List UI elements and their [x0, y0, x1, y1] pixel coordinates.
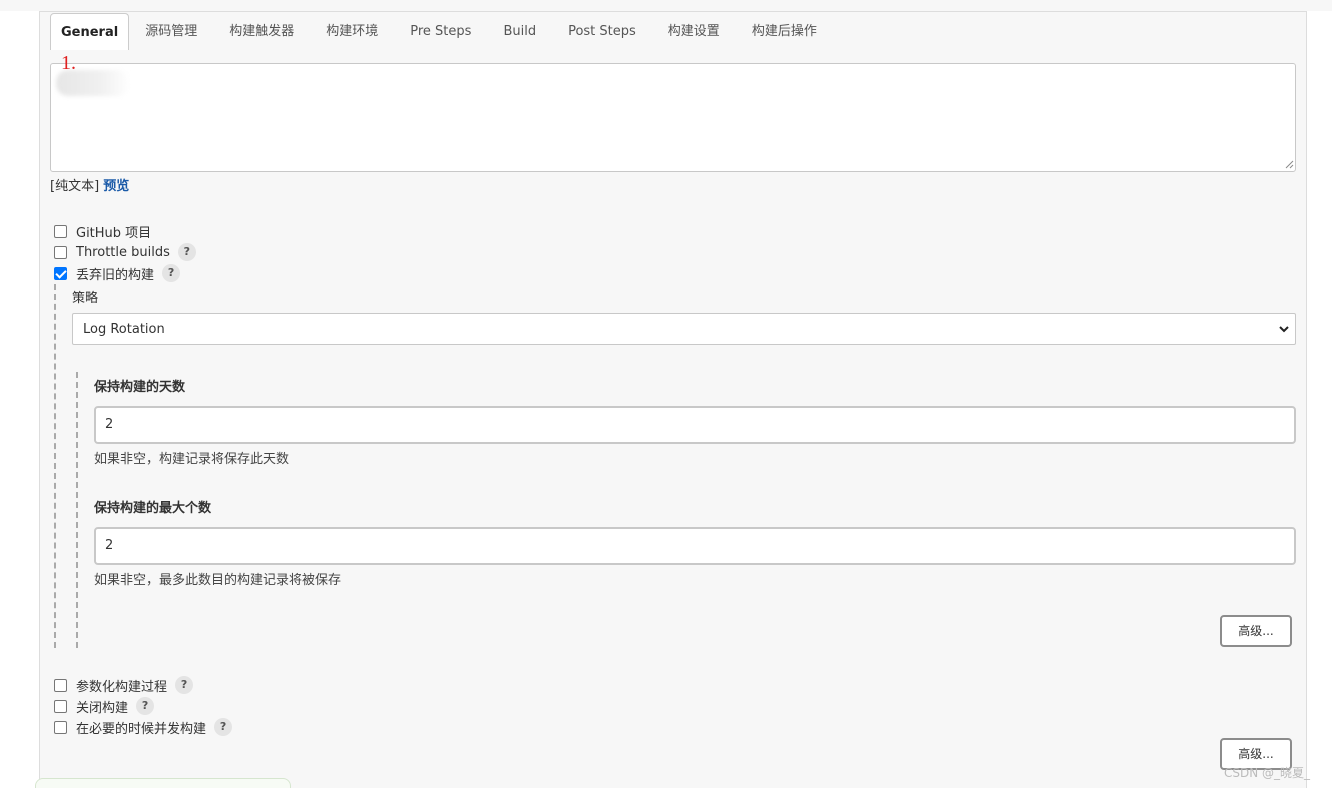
tab-build-settings[interactable]: 构建设置: [652, 13, 736, 50]
tab-build-triggers[interactable]: 构建触发器: [213, 13, 310, 50]
parameterized-label: 参数化构建过程: [76, 679, 168, 695]
throttle-builds-checkbox[interactable]: [54, 245, 67, 259]
config-tabs: General 源码管理 构建触发器 构建环境 Pre Steps Build …: [50, 13, 833, 50]
watermark: CSDN @_晓夏_: [1224, 766, 1311, 780]
github-project-checkbox[interactable]: [54, 224, 67, 238]
advanced-button[interactable]: 高级...: [1220, 615, 1292, 647]
help-icon[interactable]: ?: [214, 718, 233, 736]
discard-section-guide: [54, 284, 56, 648]
max-builds-help: 如果非空，最多此数目的构建记录将被保存: [94, 573, 342, 588]
tab-build[interactable]: Build: [487, 13, 552, 50]
jenkins-config-page: General 源码管理 构建触发器 构建环境 Pre Steps Build …: [0, 0, 1332, 788]
option-discard-old-builds[interactable]: 丢弃旧的构建 ?: [54, 263, 181, 283]
strategy-select[interactable]: Log Rotation: [72, 313, 1296, 345]
tab-build-environment[interactable]: 构建环境: [310, 13, 394, 50]
tab-post-build-actions[interactable]: 构建后操作: [736, 13, 833, 50]
disable-build-checkbox[interactable]: [54, 699, 67, 713]
max-builds-label: 保持构建的最大个数: [94, 501, 212, 516]
annotation-number: 1.: [61, 52, 76, 74]
tab-general[interactable]: General: [50, 13, 130, 50]
max-builds-input[interactable]: 2: [94, 527, 1296, 565]
throttle-builds-label: Throttle builds: [76, 244, 170, 260]
github-project-label: GitHub 项目: [76, 225, 152, 241]
discard-old-builds-label: 丢弃旧的构建: [76, 267, 155, 283]
bottom-save-bar: [35, 778, 291, 788]
concurrent-builds-checkbox[interactable]: [54, 720, 67, 734]
option-throttle-builds[interactable]: Throttle builds ?: [54, 242, 196, 262]
option-parameterized[interactable]: 参数化构建过程 ?: [54, 675, 194, 695]
tab-source-code[interactable]: 源码管理: [129, 13, 213, 50]
option-disable-build[interactable]: 关闭构建 ?: [54, 696, 155, 716]
top-strip: [0, 0, 1332, 11]
option-github-project[interactable]: GitHub 项目: [54, 221, 151, 241]
option-concurrent-builds[interactable]: 在必要的时候并发构建 ?: [54, 717, 233, 737]
days-to-keep-help: 如果非空，构建记录将保存此天数: [94, 452, 290, 467]
help-icon[interactable]: ?: [177, 243, 196, 261]
markup-format-label: [纯文本]: [50, 179, 100, 194]
description-textarea[interactable]: [50, 63, 1296, 172]
parameterized-checkbox[interactable]: [54, 678, 67, 692]
help-icon[interactable]: ?: [162, 264, 181, 282]
strategy-label: 策略: [72, 291, 99, 306]
chevron-down-icon: [1279, 326, 1289, 333]
help-icon[interactable]: ?: [175, 676, 194, 694]
discard-old-builds-checkbox[interactable]: [54, 266, 67, 280]
tab-post-steps[interactable]: Post Steps: [552, 13, 652, 50]
days-to-keep-label: 保持构建的天数: [94, 380, 186, 395]
markup-format-line: [纯文本] 预览: [50, 175, 129, 194]
disable-build-label: 关闭构建: [76, 700, 129, 716]
concurrent-builds-label: 在必要的时候并发构建: [76, 721, 207, 737]
tab-pre-steps[interactable]: Pre Steps: [394, 13, 487, 50]
resize-grip-icon[interactable]: [1285, 160, 1294, 169]
preview-link[interactable]: 预览: [103, 179, 129, 194]
days-to-keep-input[interactable]: 2: [94, 406, 1296, 444]
log-rotation-section-guide: [76, 372, 78, 648]
help-icon[interactable]: ?: [136, 697, 155, 715]
strategy-selected-value: Log Rotation: [83, 322, 165, 337]
